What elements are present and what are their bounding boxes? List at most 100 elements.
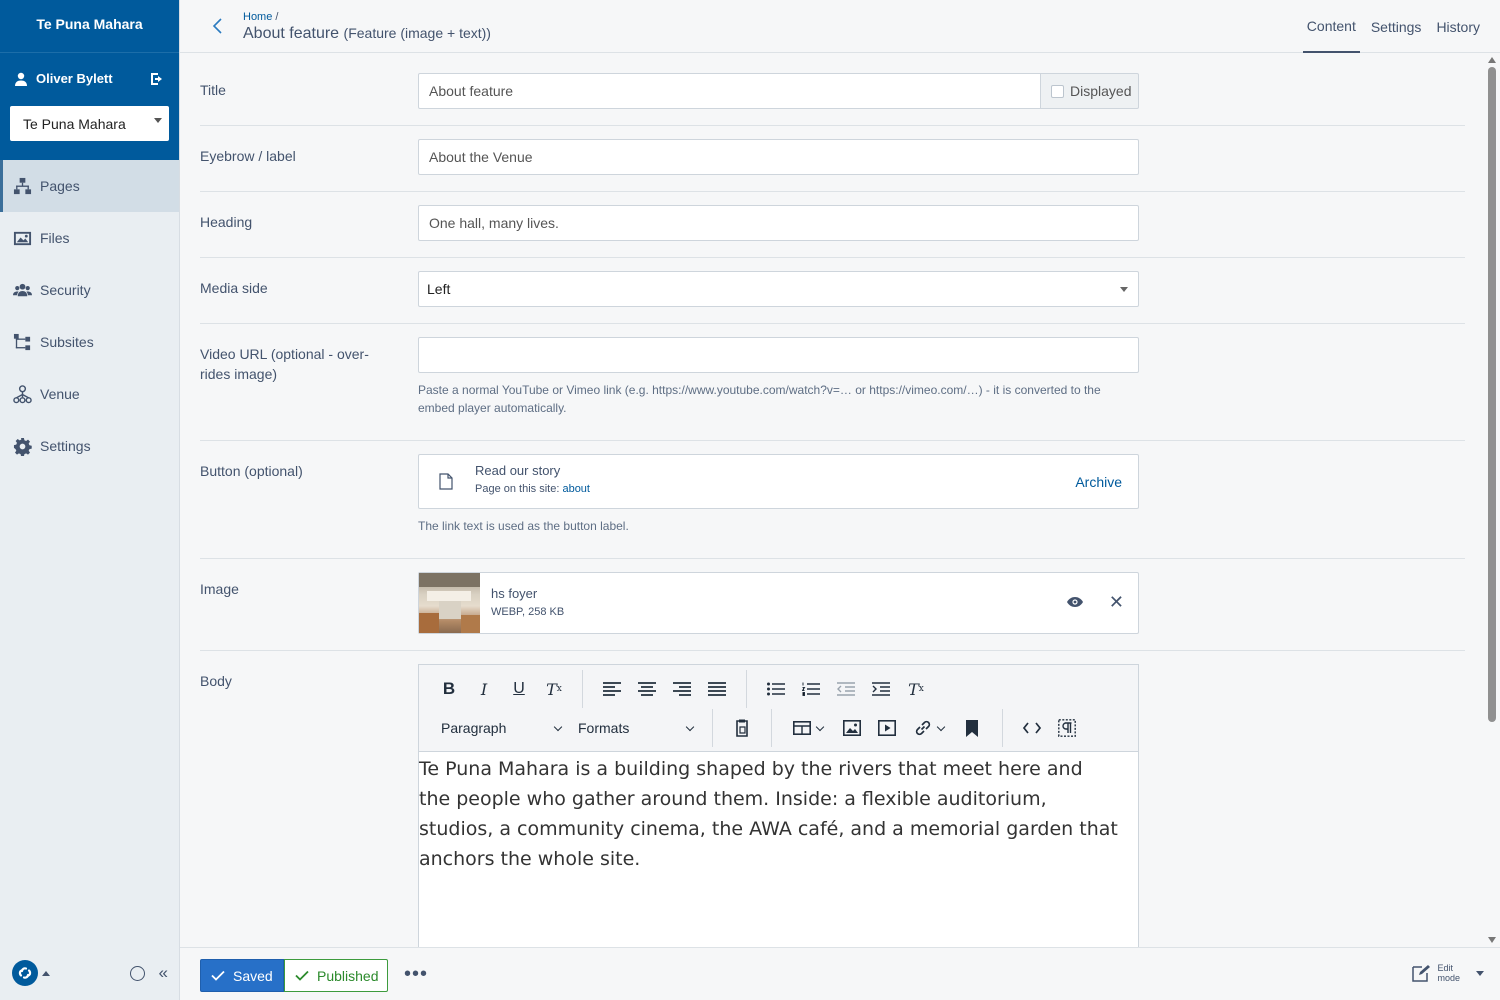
bookmark-icon[interactable]	[957, 714, 987, 742]
paste-icon[interactable]	[727, 714, 757, 742]
button-help-text: The link text is used as the button labe…	[418, 519, 629, 533]
table-icon[interactable]	[787, 714, 829, 742]
published-label: Published	[317, 967, 379, 984]
indent-icon[interactable]	[866, 675, 896, 703]
page-type: (Feature (image + text))	[343, 25, 491, 41]
underline-icon[interactable]: U	[504, 675, 534, 703]
breadcrumb-separator: /	[275, 11, 279, 23]
logout-icon[interactable]	[149, 71, 165, 87]
sidebar-item-label: Security	[40, 282, 91, 298]
image-thumbnail[interactable]	[419, 573, 480, 633]
align-justify-icon[interactable]	[702, 675, 732, 703]
scroll-up-icon[interactable]	[1488, 57, 1496, 63]
video-url-input[interactable]	[418, 337, 1139, 373]
video-label: Video URL (optional - over- rides image)	[200, 344, 369, 384]
outdent-icon[interactable]	[831, 675, 861, 703]
bold-icon[interactable]: B	[434, 675, 464, 703]
numbered-list-icon[interactable]	[796, 675, 826, 703]
subsite-select[interactable]: Te Puna Mahara	[10, 106, 169, 141]
app-brand[interactable]: Te Puna Mahara	[0, 16, 179, 52]
document-icon	[439, 473, 453, 490]
field-row-body: Body B I U Tx Tx Paragraph Formats Te Pu…	[200, 651, 1465, 947]
title-input[interactable]: About feature	[418, 73, 1041, 109]
button-label: Button (optional)	[200, 463, 303, 479]
source-code-icon[interactable]	[1017, 714, 1047, 742]
sidebar-item-files[interactable]: Files	[0, 212, 179, 264]
eyebrow-field-group: About the Venue	[418, 139, 1139, 175]
editor-content[interactable]: Te Puna Mahara is a building shaped by t…	[419, 752, 1138, 874]
heading-field-group: One hall, many lives.	[418, 205, 1139, 241]
back-arrow-icon[interactable]	[210, 14, 226, 38]
page-title-text: About feature	[243, 25, 340, 42]
published-button[interactable]: Published	[284, 959, 388, 992]
caret-down-icon	[154, 118, 162, 123]
insert-image-icon[interactable]	[837, 714, 867, 742]
bullet-list-icon[interactable]	[761, 675, 791, 703]
block-format-dropdown[interactable]: Paragraph	[441, 714, 563, 742]
saved-label: Saved	[233, 967, 273, 984]
link-field[interactable]: Read our story Page on this site: about …	[418, 454, 1139, 509]
align-left-icon[interactable]	[597, 675, 627, 703]
italic-icon[interactable]: I	[469, 675, 499, 703]
displayed-label: Displayed	[1070, 83, 1132, 99]
collapse-sidebar-button[interactable]: «	[159, 963, 168, 983]
link-icon[interactable]	[908, 714, 950, 742]
more-actions-button[interactable]: •••	[404, 963, 428, 986]
remove-format-icon[interactable]: Tx	[901, 675, 931, 703]
field-row-eyebrow: Eyebrow / label About the Venue	[200, 126, 1465, 192]
formats-dropdown[interactable]: Formats	[578, 714, 695, 742]
edit-mode-toggle[interactable]: Edit mode	[1411, 963, 1484, 983]
sidebar: Te Puna Mahara Oliver Bylett Te Puna Mah…	[0, 0, 180, 1000]
breadcrumb: Home /	[243, 11, 278, 23]
media-side-value: Left	[427, 281, 451, 297]
sidebar-item-label: Files	[40, 230, 70, 246]
scroll-down-icon[interactable]	[1488, 937, 1496, 943]
status-circle-icon[interactable]	[129, 965, 145, 981]
close-icon[interactable]: ✕	[1109, 592, 1124, 613]
sidebar-item-security[interactable]: Security	[0, 264, 179, 316]
chevron-down-icon	[553, 722, 563, 731]
file-meta: WEBP, 258 KB	[491, 606, 565, 618]
sidebar-item-pages[interactable]: Pages	[0, 160, 179, 212]
page-scrollbar[interactable]	[1485, 53, 1500, 947]
sidebar-item-settings[interactable]: Settings	[0, 420, 179, 472]
chevron-down-icon	[685, 722, 695, 731]
heading-input[interactable]: One hall, many lives.	[418, 205, 1139, 241]
video-label-line2: rides image)	[200, 366, 278, 382]
tab-settings[interactable]: Settings	[1367, 0, 1426, 53]
editor-toolbar: B I U Tx Tx Paragraph Formats	[419, 665, 1138, 752]
align-right-icon[interactable]	[667, 675, 697, 703]
scrollbar-thumb[interactable]	[1488, 67, 1496, 722]
saved-button[interactable]: Saved	[200, 959, 284, 992]
media-side-select[interactable]: Left	[418, 271, 1139, 307]
venue-icon	[13, 384, 32, 403]
tab-history[interactable]: History	[1432, 0, 1484, 53]
sidebar-item-label: Pages	[40, 178, 80, 194]
field-row-heading: Heading One hall, many lives.	[200, 192, 1465, 258]
eyebrow-input[interactable]: About the Venue	[418, 139, 1139, 175]
displayed-checkbox[interactable]	[1051, 84, 1064, 98]
caret-up-icon[interactable]	[42, 970, 50, 976]
sidebar-item-subsites[interactable]: Subsites	[0, 316, 179, 368]
subsites-icon	[13, 333, 31, 350]
edit-mode-label: Edit mode	[1437, 963, 1460, 983]
sitemap-icon	[13, 177, 32, 194]
field-row-button: Button (optional) Read our story Page on…	[200, 441, 1465, 559]
insert-media-icon[interactable]	[872, 714, 902, 742]
sidebar-item-venue[interactable]: Venue	[0, 368, 179, 420]
clear-format-icon[interactable]: Tx	[539, 675, 569, 703]
video-help-line2: embed player automatically.	[418, 401, 567, 415]
link-target[interactable]: about	[562, 483, 590, 495]
users-icon	[13, 283, 32, 296]
cms-logo-icon[interactable]	[12, 960, 38, 986]
archive-button[interactable]: Archive	[1075, 474, 1122, 490]
link-prefix: Page on this site:	[475, 483, 560, 495]
align-center-icon[interactable]	[632, 675, 662, 703]
formats-value: Formats	[578, 720, 630, 736]
show-blocks-icon[interactable]	[1052, 714, 1082, 742]
tab-content[interactable]: Content	[1302, 0, 1360, 53]
user-name[interactable]: Oliver Bylett	[36, 71, 113, 86]
eye-icon[interactable]	[1066, 595, 1084, 609]
displayed-toggle[interactable]: Displayed	[1041, 73, 1139, 109]
breadcrumb-home[interactable]: Home	[243, 11, 272, 23]
